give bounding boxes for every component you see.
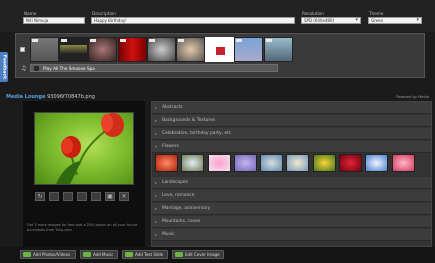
- gift-icon: [216, 47, 226, 55]
- feedback-tab[interactable]: Feedback: [0, 52, 8, 82]
- flower-thumbnail[interactable]: [339, 154, 363, 172]
- powered-by-label: Powered by Media: [396, 95, 429, 99]
- slide-thumbnail[interactable]: [59, 37, 89, 62]
- flower-thumbnail[interactable]: [286, 154, 310, 172]
- slide-thumbnail[interactable]: [88, 37, 118, 62]
- slide-thumbnail[interactable]: [146, 37, 176, 62]
- edit-cover-image-button[interactable]: Edit Cover Image: [172, 250, 224, 259]
- music-title: All The Smoove Spa: [53, 66, 95, 71]
- selected-filename: 93096f70847b.png: [47, 94, 95, 100]
- crop-icon[interactable]: [49, 192, 59, 201]
- chevron-right-icon: ▸: [155, 232, 158, 237]
- slide-thumbnail-selected[interactable]: [205, 37, 235, 62]
- category-backgrounds[interactable]: ▸ Backgrounds & Textures: [152, 115, 431, 127]
- flower-thumbnail[interactable]: [155, 154, 178, 172]
- music-track-label: Play All The Smoove Spa: [43, 66, 95, 71]
- cover-image-icon: [175, 252, 183, 257]
- media-lounge-title: Media Lounge: [6, 94, 46, 100]
- promo-note: Get 3 more images for free and a 25% bon…: [27, 223, 138, 232]
- chevron-right-icon: ▸: [155, 105, 158, 110]
- name-field[interactable]: Niti Nimuja: [23, 17, 85, 24]
- description-field[interactable]: Happy Birthday!: [91, 17, 295, 24]
- flower-thumbnail[interactable]: [260, 154, 284, 172]
- chevron-right-icon: ▸: [155, 118, 158, 123]
- category-music[interactable]: ▸ Music: [152, 229, 431, 241]
- theme-label: Theme: [369, 11, 384, 16]
- music-note-icon: ♫: [21, 65, 27, 72]
- photo-timeline: [30, 37, 293, 64]
- category-landscapes[interactable]: ▸ Landscapes: [152, 177, 431, 189]
- name-label: Name: [24, 11, 37, 16]
- flower-thumbnail[interactable]: [391, 154, 415, 172]
- music-track[interactable]: Play All The Smoove Spa: [30, 64, 278, 72]
- music-play-label: Play: [43, 66, 52, 71]
- flower-thumbnail[interactable]: [207, 154, 231, 172]
- category-love-romance[interactable]: ▸ Love, romance: [152, 190, 431, 202]
- category-marriage[interactable]: ▸ Marriage, anniversary: [152, 203, 431, 215]
- chevron-right-icon: ▸: [155, 131, 158, 136]
- slide-thumbnail[interactable]: [117, 37, 147, 62]
- bottom-action-bar: Add Photos/Videos Add Music Add Text Sli…: [0, 247, 435, 263]
- chevron-right-icon: ▸: [155, 206, 158, 211]
- text-slide-icon: [125, 252, 133, 257]
- chevron-right-icon: ▸: [155, 180, 158, 185]
- category-mountains[interactable]: ▸ Mountains, caves: [152, 216, 431, 228]
- slide-thumbnail[interactable]: [263, 37, 293, 62]
- description-label: Description: [92, 11, 116, 16]
- flower-thumbnail[interactable]: [312, 154, 336, 172]
- add-music-button[interactable]: Add Music: [80, 250, 118, 259]
- select-all-checkbox[interactable]: [20, 47, 25, 52]
- storyboard-strip: ♫ Play All The Smoove Spa: [15, 33, 425, 78]
- slide-thumbnail[interactable]: [234, 37, 264, 62]
- brightness-icon[interactable]: [63, 192, 73, 201]
- flower-thumbnail[interactable]: [181, 154, 205, 172]
- media-preview-panel: ↻ ▣ ✕ Get 3 more images for free and a 2…: [23, 101, 145, 247]
- preview-image: [34, 112, 134, 185]
- tulips-image: [55, 113, 124, 184]
- slide-thumbnail[interactable]: [30, 37, 59, 62]
- media-categories-panel: ▸ Abstracts ▸ Backgrounds & Textures ▸ Cele…: [151, 101, 432, 247]
- chevron-right-icon: ▸: [155, 219, 158, 224]
- effects-icon[interactable]: [91, 192, 101, 201]
- delete-icon[interactable]: ✕: [119, 192, 129, 201]
- rotate-icon[interactable]: ↻: [35, 192, 45, 201]
- image-tools: ↻ ▣ ✕: [35, 192, 133, 201]
- media-lounge-header: Media Lounge 93096f70847b.png: [6, 94, 95, 100]
- chevron-right-icon: ▸: [155, 193, 158, 198]
- category-abstracts[interactable]: ▸ Abstracts: [152, 102, 431, 114]
- flower-thumbnail[interactable]: [233, 154, 257, 172]
- feedback-label: Feedback: [1, 54, 7, 80]
- category-celebration[interactable]: ▸ Celebration, birthday party, etc: [152, 128, 431, 140]
- theme-select[interactable]: Green: [368, 17, 422, 24]
- music-icon: [83, 252, 91, 257]
- resolution-label: Resolution: [302, 11, 324, 16]
- category-flowers[interactable]: ▾ Flowers: [152, 141, 431, 153]
- slide-thumbnail[interactable]: [175, 37, 205, 62]
- chevron-down-icon: ▾: [155, 144, 158, 149]
- add-text-slide-button[interactable]: Add Text Slide: [122, 250, 168, 259]
- resolution-select[interactable]: SPD (640x480): [301, 17, 361, 24]
- add-icon[interactable]: ▣: [105, 192, 115, 201]
- photo-icon: [23, 252, 31, 257]
- music-play-button[interactable]: [34, 66, 39, 71]
- flower-thumbnail[interactable]: [365, 154, 389, 172]
- slideshow-details-bar: Name Niti Nimuja Description Happy Birth…: [0, 0, 435, 32]
- flowers-gallery: [155, 154, 418, 172]
- add-photos-videos-button[interactable]: Add Photos/Videos: [20, 250, 76, 259]
- contrast-icon[interactable]: [77, 192, 87, 201]
